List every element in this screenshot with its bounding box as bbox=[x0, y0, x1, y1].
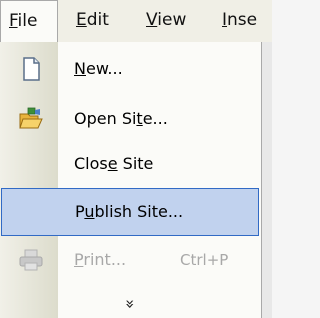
menu-insert-post: nse bbox=[227, 10, 258, 30]
label-pre: Clos bbox=[74, 154, 108, 173]
menu-view-post: iew bbox=[157, 10, 187, 30]
menu-item-publish-site-label: Publish Site... bbox=[75, 189, 183, 235]
menu-item-close-site[interactable]: Close Site bbox=[0, 140, 262, 188]
label-access-key: u bbox=[84, 202, 95, 221]
label-post: Site bbox=[117, 154, 154, 173]
label-access-key: N bbox=[74, 59, 86, 78]
menu-file[interactable]: File bbox=[0, 0, 58, 42]
menu-item-print-label: Print... bbox=[74, 236, 126, 284]
menu-item-close-site-label: Close Site bbox=[74, 140, 153, 188]
menu-view[interactable]: View bbox=[146, 0, 186, 42]
label-pre: P bbox=[75, 202, 85, 221]
window-background bbox=[262, 42, 272, 318]
label-post: blish Site... bbox=[94, 202, 184, 221]
label-post: e... bbox=[142, 109, 168, 128]
print-shortcut: Ctrl+P bbox=[180, 251, 229, 269]
menu-item-publish-site[interactable]: Publish Site... bbox=[1, 188, 259, 236]
menu-edit-key: E bbox=[76, 10, 87, 30]
menu-item-new[interactable]: New... bbox=[0, 45, 262, 93]
menu-edit[interactable]: Edit bbox=[76, 0, 109, 42]
open-folder-icon bbox=[19, 107, 43, 129]
file-menu-dropdown: New... Open Site... Close Site Publish S… bbox=[0, 42, 262, 318]
label-pre: Open Si bbox=[74, 109, 137, 128]
menu-file-post: ile bbox=[17, 11, 38, 31]
printer-icon bbox=[19, 249, 43, 271]
label-post: ew... bbox=[85, 59, 123, 78]
menu-bar: File Edit View Inse bbox=[0, 0, 272, 43]
menu-view-key: V bbox=[146, 10, 158, 30]
label-access-key: P bbox=[74, 250, 84, 269]
menu-file-key: F bbox=[9, 11, 18, 31]
expand-menu-chevron-icon[interactable]: » bbox=[121, 292, 140, 316]
menu-insert[interactable]: Inse bbox=[222, 0, 257, 42]
menu-edit-post: dit bbox=[86, 10, 109, 30]
label-access-key: e bbox=[107, 154, 118, 173]
menu-item-open-site-label: Open Site... bbox=[74, 95, 168, 143]
new-document-icon bbox=[23, 57, 40, 81]
menu-item-open-site[interactable]: Open Site... bbox=[0, 95, 262, 143]
menu-item-new-label: New... bbox=[74, 45, 123, 93]
expand-glyph: » bbox=[121, 299, 140, 309]
menu-item-print[interactable]: Print... Ctrl+P bbox=[0, 236, 262, 284]
label-post: rint... bbox=[83, 250, 127, 269]
